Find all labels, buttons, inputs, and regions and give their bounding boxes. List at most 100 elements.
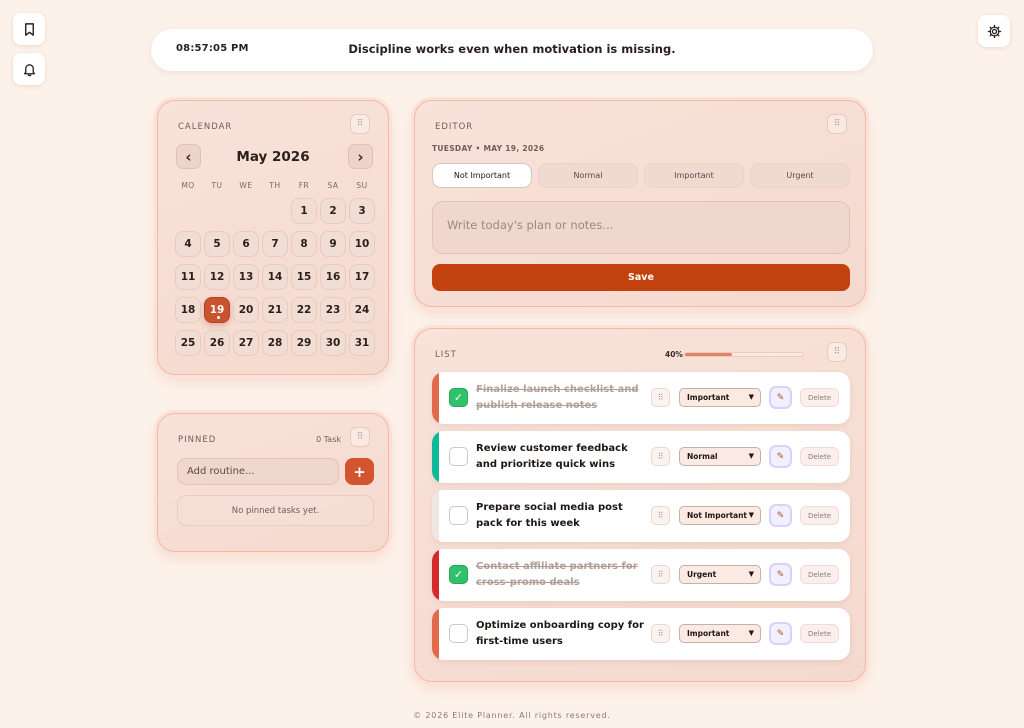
task-drag-handle[interactable]: ⠿ xyxy=(651,447,670,466)
task-drag-handle[interactable]: ⠿ xyxy=(651,388,670,407)
edit-task-button[interactable]: ✎ xyxy=(769,622,792,645)
delete-task-button[interactable]: Delete xyxy=(800,506,839,525)
calendar-day[interactable]: 6 xyxy=(233,231,259,257)
footer: © 2026 Elite Planner. All rights reserve… xyxy=(413,711,611,720)
edit-task-button[interactable]: ✎ xyxy=(769,445,792,468)
priority-stripe xyxy=(432,431,439,483)
calendar-day[interactable]: 13 xyxy=(233,264,259,290)
task-item: ✓ Finalize launch checklist and publish r… xyxy=(432,372,850,424)
task-drag-handle[interactable]: ⠿ xyxy=(651,506,670,525)
priority-not-important[interactable]: Not Important xyxy=(432,163,532,188)
calendar-day[interactable]: 8 xyxy=(291,231,317,257)
add-routine-input[interactable]: Add routine... xyxy=(177,458,339,485)
task-drag-handle[interactable]: ⠿ xyxy=(651,565,670,584)
settings-button[interactable] xyxy=(978,15,1010,47)
editor-title: EDITOR xyxy=(435,122,474,132)
drag-handle[interactable]: ⠿ xyxy=(827,342,847,362)
task-priority-select[interactable]: Important ▼ xyxy=(679,624,761,643)
pinned-title: PINNED xyxy=(178,435,217,445)
task-priority-select[interactable]: Normal ▼ xyxy=(679,447,761,466)
calendar-day[interactable]: 21 xyxy=(262,297,288,323)
calendar-day[interactable]: 27 xyxy=(233,330,259,356)
task-item: Review customer feedback and prioritize … xyxy=(432,431,850,483)
task-drag-handle[interactable]: ⠿ xyxy=(651,624,670,643)
calendar-day[interactable]: 24 xyxy=(349,297,375,323)
bookmark-button[interactable] xyxy=(13,13,45,45)
chevron-down-icon: ▼ xyxy=(748,570,754,578)
priority-urgent[interactable]: Urgent xyxy=(750,163,850,188)
delete-task-button[interactable]: Delete xyxy=(800,388,839,407)
calendar-day[interactable]: 14 xyxy=(262,264,288,290)
calendar-day[interactable]: 2 xyxy=(320,198,346,224)
delete-task-button[interactable]: Delete xyxy=(800,624,839,643)
edit-task-button[interactable]: ✎ xyxy=(769,563,792,586)
pinned-card: PINNED 0 Task ⠿ Add routine... + No pinn… xyxy=(157,413,389,552)
task-checkbox[interactable] xyxy=(449,506,468,525)
calendar-day[interactable]: 25 xyxy=(175,330,201,356)
chevron-down-icon: ▼ xyxy=(748,452,754,460)
calendar-day[interactable]: 30 xyxy=(320,330,346,356)
calendar-day[interactable]: 18 xyxy=(175,297,201,323)
calendar-day[interactable]: 3 xyxy=(349,198,375,224)
task-priority-select[interactable]: Urgent ▼ xyxy=(679,565,761,584)
weekday-label: TH xyxy=(269,181,281,190)
task-priority-select[interactable]: Important ▼ xyxy=(679,388,761,407)
task-checkbox[interactable]: ✓ xyxy=(449,388,468,407)
progress-label: 40% xyxy=(665,350,683,359)
notes-textarea[interactable]: Write today's plan or notes... xyxy=(432,201,850,254)
calendar-day[interactable]: 28 xyxy=(262,330,288,356)
priority-stripe xyxy=(432,549,439,601)
task-text: Contact affiliate partners for cross-pro… xyxy=(476,561,638,588)
calendar-day[interactable]: 1 xyxy=(291,198,317,224)
task-text: Finalize launch checklist and publish re… xyxy=(476,384,639,411)
drag-handle[interactable]: ⠿ xyxy=(350,114,370,134)
next-month-button[interactable]: › xyxy=(348,144,373,169)
weekday-label: FR xyxy=(298,181,310,190)
list-title: LIST xyxy=(435,350,457,360)
calendar-day[interactable]: 23 xyxy=(320,297,346,323)
top-bar: 08:57:05 PM Discipline works even when m… xyxy=(151,29,873,71)
progress-fill xyxy=(685,353,733,356)
calendar-day[interactable]: 4 xyxy=(175,231,201,257)
add-routine-button[interactable]: + xyxy=(345,458,374,485)
bookmark-icon xyxy=(24,22,34,36)
calendar-day[interactable]: 5 xyxy=(204,231,230,257)
task-priority-select[interactable]: Not Important ▼ xyxy=(679,506,761,525)
edit-task-button[interactable]: ✎ xyxy=(769,386,792,409)
calendar-card: CALENDAR ⠿ ‹ May 2026 › MO TU WE TH FR SA SU 1 2… xyxy=(157,100,389,375)
drag-handle[interactable]: ⠿ xyxy=(827,114,847,134)
calendar-day[interactable]: 12 xyxy=(204,264,230,290)
priority-stripe xyxy=(432,490,439,542)
chevron-down-icon: ▼ xyxy=(748,393,754,401)
gear-icon xyxy=(987,24,1001,38)
drag-handle[interactable]: ⠿ xyxy=(350,427,370,447)
calendar-day[interactable]: 22 xyxy=(291,297,317,323)
calendar-day[interactable]: 11 xyxy=(175,264,201,290)
delete-task-button[interactable]: Delete xyxy=(800,565,839,584)
priority-important[interactable]: Important xyxy=(644,163,744,188)
notifications-button[interactable] xyxy=(13,53,45,85)
calendar-day[interactable]: 26 xyxy=(204,330,230,356)
calendar-day[interactable]: 15 xyxy=(291,264,317,290)
calendar-day-selected[interactable]: 19 xyxy=(204,297,230,323)
calendar-day[interactable]: 9 xyxy=(320,231,346,257)
calendar-day[interactable]: 17 xyxy=(349,264,375,290)
list-card: LIST 40% ⠿ ✓ Finalize launch checklist an… xyxy=(414,328,866,682)
task-checkbox[interactable] xyxy=(449,447,468,466)
priority-normal[interactable]: Normal xyxy=(538,163,638,188)
calendar-day[interactable]: 20 xyxy=(233,297,259,323)
weekday-label: WE xyxy=(239,181,253,190)
motivation-quote: Discipline works even when motivation is… xyxy=(348,42,676,56)
calendar-day[interactable]: 29 xyxy=(291,330,317,356)
calendar-day[interactable]: 7 xyxy=(262,231,288,257)
edit-task-button[interactable]: ✎ xyxy=(769,504,792,527)
task-text: Review customer feedback and prioritize … xyxy=(476,443,628,470)
save-button[interactable]: Save xyxy=(432,264,850,291)
task-checkbox[interactable] xyxy=(449,624,468,643)
weekday-label: TU xyxy=(211,181,223,190)
calendar-day[interactable]: 10 xyxy=(349,231,375,257)
calendar-day[interactable]: 31 xyxy=(349,330,375,356)
calendar-day[interactable]: 16 xyxy=(320,264,346,290)
task-checkbox[interactable]: ✓ xyxy=(449,565,468,584)
delete-task-button[interactable]: Delete xyxy=(800,447,839,466)
